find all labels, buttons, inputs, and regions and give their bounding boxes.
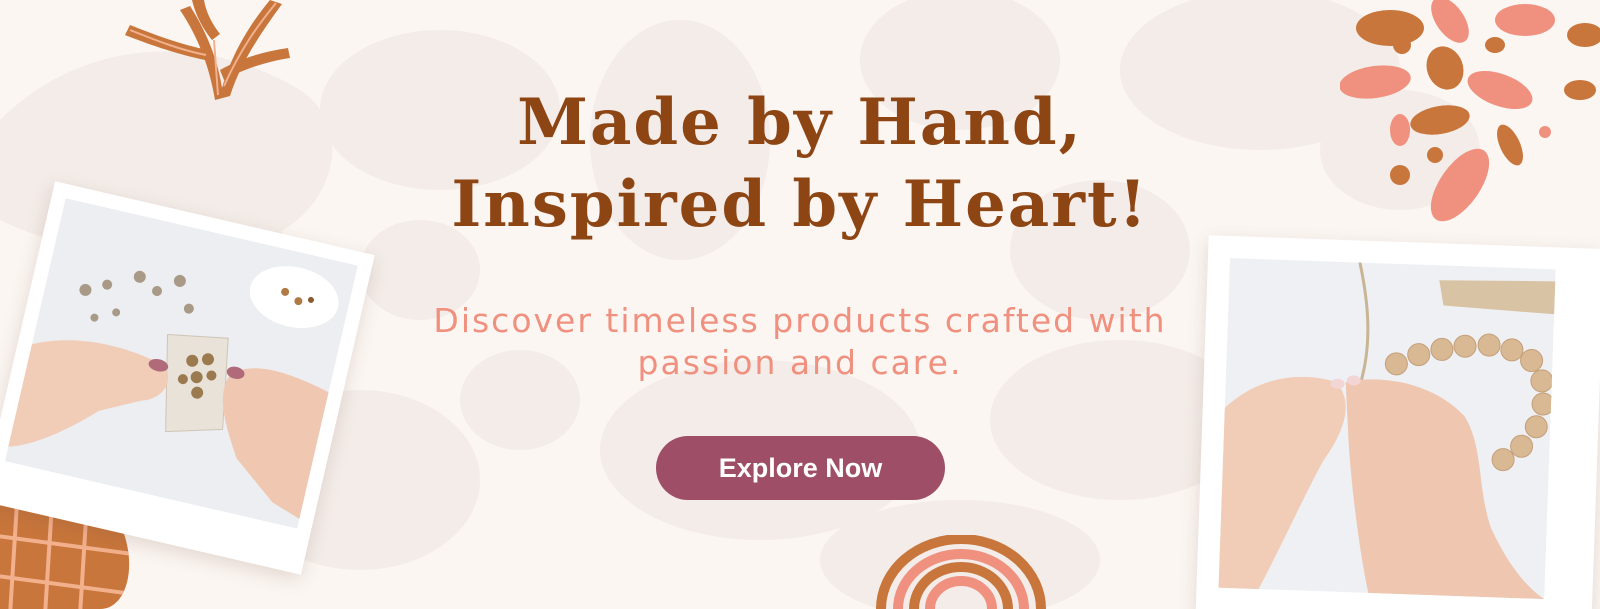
explore-now-button[interactable]: Explore Now	[656, 436, 945, 500]
hands-threading-wooden-bead-bracelet-photo	[1218, 257, 1556, 600]
hero-headline: Made by Hand, Inspired by Heart!	[300, 82, 1300, 246]
hero-subtitle: Discover timeless products crafted with …	[350, 300, 1250, 384]
rainbow-arch-icon	[876, 535, 1046, 609]
subtitle-line-1: Discover timeless products crafted with	[433, 301, 1167, 340]
right-photo-frame	[1195, 235, 1600, 609]
headline-line-2: Inspired by Heart!	[451, 167, 1149, 242]
leaf-icon	[125, 0, 290, 100]
hands-sorting-beads-photo	[4, 198, 358, 529]
hero-banner: Made by Hand, Inspired by Heart! Discove…	[0, 0, 1600, 609]
headline-line-1: Made by Hand,	[517, 85, 1083, 160]
subtitle-line-2: passion and care.	[637, 343, 963, 382]
dots-cluster-icon	[1340, 0, 1600, 222]
